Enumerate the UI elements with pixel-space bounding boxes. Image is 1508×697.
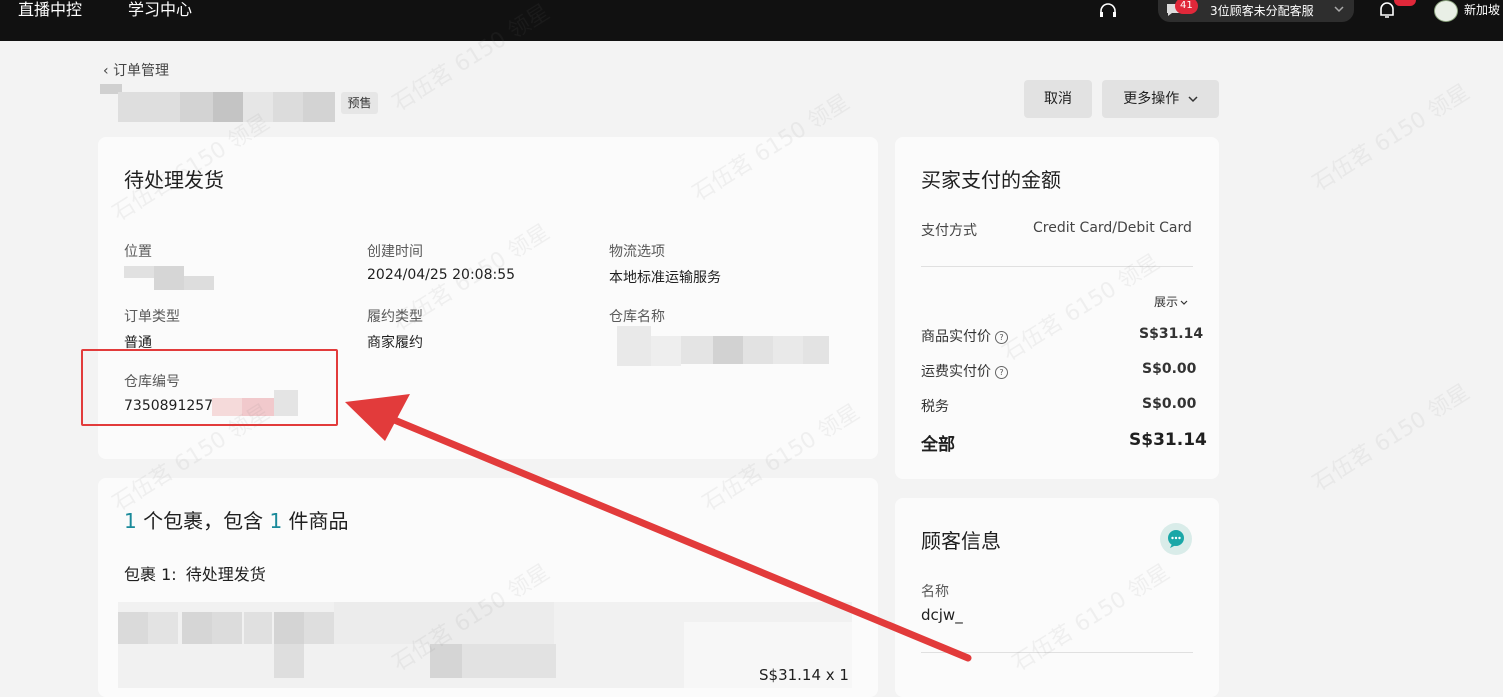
bell-icon[interactable] bbox=[1378, 0, 1396, 20]
customer-name-label: 名称 bbox=[921, 584, 949, 600]
package-1-status: 待处理发货 bbox=[185, 565, 266, 584]
payment-method-label: 支付方式 bbox=[921, 223, 977, 239]
message-icon bbox=[1168, 530, 1184, 548]
total-value: S$31.14 bbox=[1129, 430, 1207, 450]
notification-badge bbox=[1394, 0, 1416, 6]
customer-title: 顾客信息 bbox=[921, 529, 1001, 553]
window-edge bbox=[1503, 0, 1508, 697]
message-customer-button[interactable] bbox=[1160, 523, 1192, 555]
location-mosaic bbox=[124, 266, 214, 290]
watermark: 石伍茗 6150 领星 bbox=[1308, 379, 1475, 497]
watermark: 石伍茗 6150 领星 bbox=[1308, 79, 1475, 197]
warehouse-name-mosaic bbox=[617, 326, 829, 366]
breadcrumb[interactable]: ‹ 订单管理 bbox=[103, 60, 169, 80]
package-1-label: 包裹 1: bbox=[124, 565, 177, 584]
item-paid-value: S$31.14 bbox=[1139, 326, 1204, 342]
customer-name-value: dcjw_ bbox=[921, 606, 963, 624]
created-time-label: 创建时间 bbox=[367, 244, 423, 260]
unassigned-chat-pill[interactable]: 41 3位顾客未分配客服 bbox=[1158, 0, 1354, 22]
nav-live-control[interactable]: 直播中控 bbox=[18, 0, 82, 22]
cancel-label: 取消 bbox=[1044, 91, 1072, 107]
item-paid-text: 商品实付价 bbox=[921, 329, 991, 345]
annotation-highlight-box bbox=[81, 349, 338, 426]
headset-icon[interactable] bbox=[1098, 2, 1118, 20]
price-quantity: S$31.14 x 1 bbox=[759, 666, 849, 684]
package-summary: 1 个包裹，包含 1 件商品 bbox=[124, 505, 349, 534]
payment-title: 买家支付的金额 bbox=[921, 168, 1061, 192]
package-summary-mid: 个包裹，包含 bbox=[143, 509, 264, 533]
chevron-down-icon bbox=[1180, 300, 1188, 305]
more-actions-button[interactable]: 更多操作 bbox=[1102, 80, 1219, 118]
expand-toggle[interactable]: 展示 bbox=[1154, 293, 1188, 310]
location-label: 位置 bbox=[124, 244, 152, 260]
package-1-heading: 包裹 1: 待处理发货 bbox=[124, 561, 266, 585]
nav-learning-center[interactable]: 学习中心 bbox=[128, 0, 192, 22]
top-bar: 直播中控 学习中心 41 3位顾客未分配客服 新加坡 bbox=[0, 0, 1508, 41]
item-paid-label: 商品实付价? bbox=[921, 326, 1008, 346]
payment-method-value: Credit Card/Debit Card bbox=[1033, 220, 1192, 236]
warehouse-name-label: 仓库名称 bbox=[609, 309, 665, 325]
item-count: 1 bbox=[269, 509, 283, 533]
tax-label: 税务 bbox=[921, 399, 949, 415]
shipping-paid-label: 运费实付价? bbox=[921, 361, 1008, 381]
presale-tag: 预售 bbox=[341, 92, 378, 114]
chat-count-badge: 41 bbox=[1175, 0, 1198, 14]
total-label: 全部 bbox=[921, 435, 955, 455]
question-icon[interactable]: ? bbox=[995, 365, 1008, 379]
order-type-label: 订单类型 bbox=[124, 309, 180, 325]
package-summary-end: 件商品 bbox=[288, 509, 349, 533]
cancel-button[interactable]: 取消 bbox=[1024, 80, 1092, 118]
chevron-down-icon bbox=[1334, 6, 1344, 13]
tax-value: S$0.00 bbox=[1142, 396, 1197, 412]
logistics-label: 物流选项 bbox=[609, 244, 665, 260]
fulfillment-type-value: 商家履约 bbox=[367, 335, 423, 351]
region-label[interactable]: 新加坡 bbox=[1464, 1, 1500, 18]
expand-label: 展示 bbox=[1154, 295, 1179, 309]
order-id-mosaic bbox=[100, 84, 335, 122]
unassigned-chat-text: 3位顾客未分配客服 bbox=[1210, 4, 1314, 18]
chevron-down-icon bbox=[1188, 96, 1198, 103]
breadcrumb-order-management: 订单管理 bbox=[113, 63, 170, 79]
shipping-paid-text: 运费实付价 bbox=[921, 364, 991, 380]
avatar[interactable] bbox=[1434, 0, 1458, 22]
shipping-paid-value: S$0.00 bbox=[1142, 361, 1197, 377]
chevron-left-icon: ‹ bbox=[103, 63, 114, 79]
more-actions-label: 更多操作 bbox=[1123, 91, 1180, 107]
logistics-value: 本地标准运输服务 bbox=[609, 270, 721, 286]
